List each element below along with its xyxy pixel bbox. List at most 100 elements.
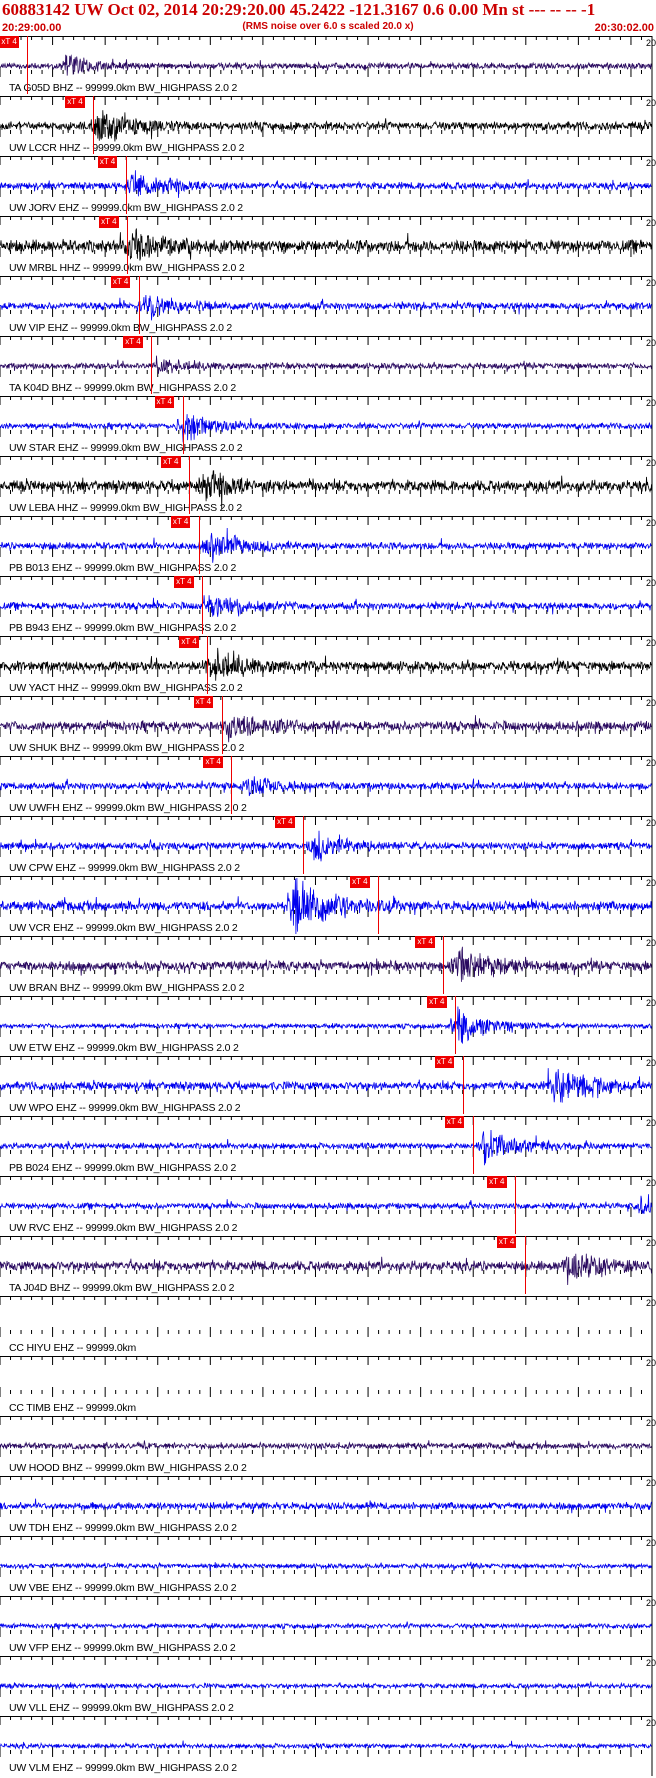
- station-label: UW RVC EHZ -- 99999.0km BW_HIGHPASS 2.0 …: [9, 1222, 238, 1234]
- station-panel[interactable]: UW SHUK BHZ -- 99999.0km BW_HIGHPASS 2.0…: [0, 696, 656, 756]
- station-panel[interactable]: UW VLL EHZ -- 99999.0km BW_HIGHPASS 2.0 …: [0, 1656, 656, 1716]
- phase-pick-flag[interactable]: xT 4: [170, 516, 191, 528]
- phase-pick-line[interactable]: [189, 456, 191, 514]
- phase-pick-line[interactable]: [207, 636, 209, 694]
- station-panel[interactable]: UW RVC EHZ -- 99999.0km BW_HIGHPASS 2.0 …: [0, 1176, 656, 1236]
- edge-time-label: 20: [645, 818, 656, 828]
- station-panel[interactable]: UW VCR EHZ -- 99999.0km BW_HIGHPASS 2.0 …: [0, 876, 656, 936]
- waveform-trace: [0, 1068, 652, 1103]
- station-label: UW VLL EHZ -- 99999.0km BW_HIGHPASS 2.0 …: [9, 1702, 234, 1714]
- station-panel[interactable]: UW STAR EHZ -- 99999.0km BW_HIGHPASS 2.0…: [0, 396, 656, 456]
- phase-pick-line[interactable]: [378, 876, 380, 934]
- phase-pick-line[interactable]: [443, 936, 445, 994]
- phase-pick-line[interactable]: [202, 576, 204, 634]
- edge-time-label: 20: [645, 98, 656, 108]
- phase-pick-flag[interactable]: xT 4: [496, 1236, 517, 1248]
- station-label: UW VIP EHZ -- 99999.0km BW_HIGHPASS 2.0 …: [9, 322, 233, 334]
- phase-pick-flag[interactable]: xT 4: [123, 336, 143, 348]
- phase-pick-flag[interactable]: xT 4: [0, 36, 19, 48]
- station-panel[interactable]: UW BRAN BHZ -- 99999.0km BW_HIGHPASS 2.0…: [0, 936, 656, 996]
- station-panel[interactable]: PB B943 EHZ -- 99999.0km BW_HIGHPASS 2.0…: [0, 576, 656, 636]
- station-panel[interactable]: UW LCCR HHZ -- 99999.0km BW_HIGHPASS 2.0…: [0, 96, 656, 156]
- edge-time-label: 20: [645, 158, 656, 168]
- phase-pick-flag[interactable]: xT 4: [350, 876, 370, 888]
- phase-pick-flag[interactable]: xT 4: [161, 456, 181, 468]
- phase-pick-flag[interactable]: xT 4: [203, 756, 223, 768]
- phase-pick-flag[interactable]: xT 4: [174, 576, 194, 588]
- phase-pick-flag[interactable]: xT 4: [487, 1176, 507, 1188]
- phase-pick-flag[interactable]: xT 4: [97, 156, 118, 168]
- station-panel[interactable]: UW YACT HHZ -- 99999.0km BW_HIGHPASS 2.0…: [0, 636, 656, 696]
- station-panel[interactable]: UW VLM EHZ -- 99999.0km BW_HIGHPASS 2.0 …: [0, 1716, 656, 1776]
- edge-time-label: 20: [645, 1118, 656, 1128]
- waveform-trace: [0, 1440, 652, 1451]
- station-panel[interactable]: UW LEBA HHZ -- 99999.0km BW_HIGHPASS 2.0…: [0, 456, 656, 516]
- station-panel[interactable]: UW UWFH EHZ -- 99999.0km BW_HIGHPASS 2.0…: [0, 756, 656, 816]
- waveform-trace: [0, 1006, 652, 1044]
- phase-pick-flag[interactable]: xT 4: [193, 696, 214, 708]
- phase-pick-flag[interactable]: xT 4: [154, 396, 174, 408]
- station-panel[interactable]: UW TDH EHZ -- 99999.0km BW_HIGHPASS 2.0 …: [0, 1476, 656, 1536]
- phase-pick-flag[interactable]: xT 4: [434, 1056, 455, 1068]
- station-panel[interactable]: UW VIP EHZ -- 99999.0km BW_HIGHPASS 2.0 …: [0, 276, 656, 336]
- edge-time-label: 20: [645, 1178, 656, 1188]
- phase-pick-flag[interactable]: xT 4: [65, 96, 85, 108]
- phase-pick-line[interactable]: [127, 216, 129, 274]
- station-panel[interactable]: UW MRBL HHZ -- 99999.0km BW_HIGHPASS 2.0…: [0, 216, 656, 276]
- phase-pick-line[interactable]: [472, 1116, 474, 1174]
- station-panel[interactable]: PB B013 EHZ -- 99999.0km BW_HIGHPASS 2.0…: [0, 516, 656, 576]
- edge-time-label: 20: [645, 1658, 656, 1668]
- phase-pick-line[interactable]: [27, 36, 29, 94]
- edge-time-label: 20: [645, 878, 656, 888]
- phase-pick-line[interactable]: [524, 1236, 526, 1294]
- edge-time-label: 20: [645, 1478, 656, 1488]
- station-panel[interactable]: TA J04D BHZ -- 99999.0km BW_HIGHPASS 2.0…: [0, 1236, 656, 1296]
- phase-pick-flag[interactable]: xT 4: [427, 996, 447, 1008]
- phase-pick-flag[interactable]: xT 4: [179, 636, 199, 648]
- phase-pick-line[interactable]: [182, 396, 184, 454]
- station-panel[interactable]: UW CPW EHZ -- 99999.0km BW_HIGHPASS 2.0 …: [0, 816, 656, 876]
- station-label: UW BRAN BHZ -- 99999.0km BW_HIGHPASS 2.0…: [9, 982, 245, 994]
- phase-pick-line[interactable]: [303, 816, 305, 874]
- station-panel[interactable]: UW HOOD BHZ -- 99999.0km BW_HIGHPASS 2.0…: [0, 1416, 656, 1476]
- station-label: CC TIMB EHZ -- 99999.0km: [9, 1402, 136, 1414]
- phase-pick-line[interactable]: [93, 96, 95, 154]
- phase-pick-line[interactable]: [198, 516, 200, 574]
- waveform-trace: [0, 1129, 652, 1166]
- phase-pick-line[interactable]: [231, 756, 233, 814]
- station-label: UW VCR EHZ -- 99999.0km BW_HIGHPASS 2.0 …: [9, 922, 238, 934]
- waveform-trace: [0, 647, 652, 681]
- phase-pick-flag[interactable]: xT 4: [444, 1116, 465, 1128]
- station-panel[interactable]: TA K04D BHZ -- 99999.0km BW_HIGHPASS 2.0…: [0, 336, 656, 396]
- station-panel[interactable]: UW JORV EHZ -- 99999.0km BW_HIGHPASS 2.0…: [0, 156, 656, 216]
- phase-pick-flag[interactable]: xT 4: [110, 276, 131, 288]
- edge-time-label: 20: [645, 1718, 656, 1728]
- phase-pick-line[interactable]: [125, 156, 127, 214]
- waveform-trace: [0, 715, 652, 743]
- phase-pick-flag[interactable]: xT 4: [275, 816, 295, 828]
- phase-pick-flag[interactable]: xT 4: [99, 216, 119, 228]
- edge-time-label: 20: [645, 578, 656, 588]
- phase-pick-line[interactable]: [138, 276, 140, 334]
- station-panel[interactable]: UW VBE EHZ -- 99999.0km BW_HIGHPASS 2.0 …: [0, 1536, 656, 1596]
- seismogram-plot[interactable]: TA G05D BHZ -- 99999.0km BW_HIGHPASS 2.0…: [0, 36, 656, 1778]
- phase-pick-line[interactable]: [462, 1056, 464, 1114]
- phase-pick-line[interactable]: [515, 1176, 517, 1234]
- station-label: TA K04D BHZ -- 99999.0km BW_HIGHPASS 2.0…: [9, 382, 236, 394]
- phase-pick-line[interactable]: [455, 996, 457, 1054]
- station-label: UW LEBA HHZ -- 99999.0km BW_HIGHPASS 2.0…: [9, 502, 242, 514]
- station-panel[interactable]: CC TIMB EHZ -- 99999.0km 20: [0, 1356, 656, 1416]
- station-panel[interactable]: UW VFP EHZ -- 99999.0km BW_HIGHPASS 2.0 …: [0, 1596, 656, 1656]
- station-label: UW ETW EHZ -- 99999.0km BW_HIGHPASS 2.0 …: [9, 1042, 239, 1054]
- edge-time-label: 20: [645, 1598, 656, 1608]
- phase-pick-line[interactable]: [151, 336, 153, 394]
- station-panel[interactable]: UW ETW EHZ -- 99999.0km BW_HIGHPASS 2.0 …: [0, 996, 656, 1056]
- station-panel[interactable]: UW WPO EHZ -- 99999.0km BW_HIGHPASS 2.0 …: [0, 1056, 656, 1116]
- station-panel[interactable]: PB B024 EHZ -- 99999.0km BW_HIGHPASS 2.0…: [0, 1116, 656, 1176]
- station-label: PB B013 EHZ -- 99999.0km BW_HIGHPASS 2.0…: [9, 562, 237, 574]
- phase-pick-line[interactable]: [221, 696, 223, 754]
- station-label: UW WPO EHZ -- 99999.0km BW_HIGHPASS 2.0 …: [9, 1102, 241, 1114]
- station-panel[interactable]: TA G05D BHZ -- 99999.0km BW_HIGHPASS 2.0…: [0, 36, 656, 96]
- phase-pick-flag[interactable]: xT 4: [415, 936, 435, 948]
- station-panel[interactable]: CC HIYU EHZ -- 99999.0km 20: [0, 1296, 656, 1356]
